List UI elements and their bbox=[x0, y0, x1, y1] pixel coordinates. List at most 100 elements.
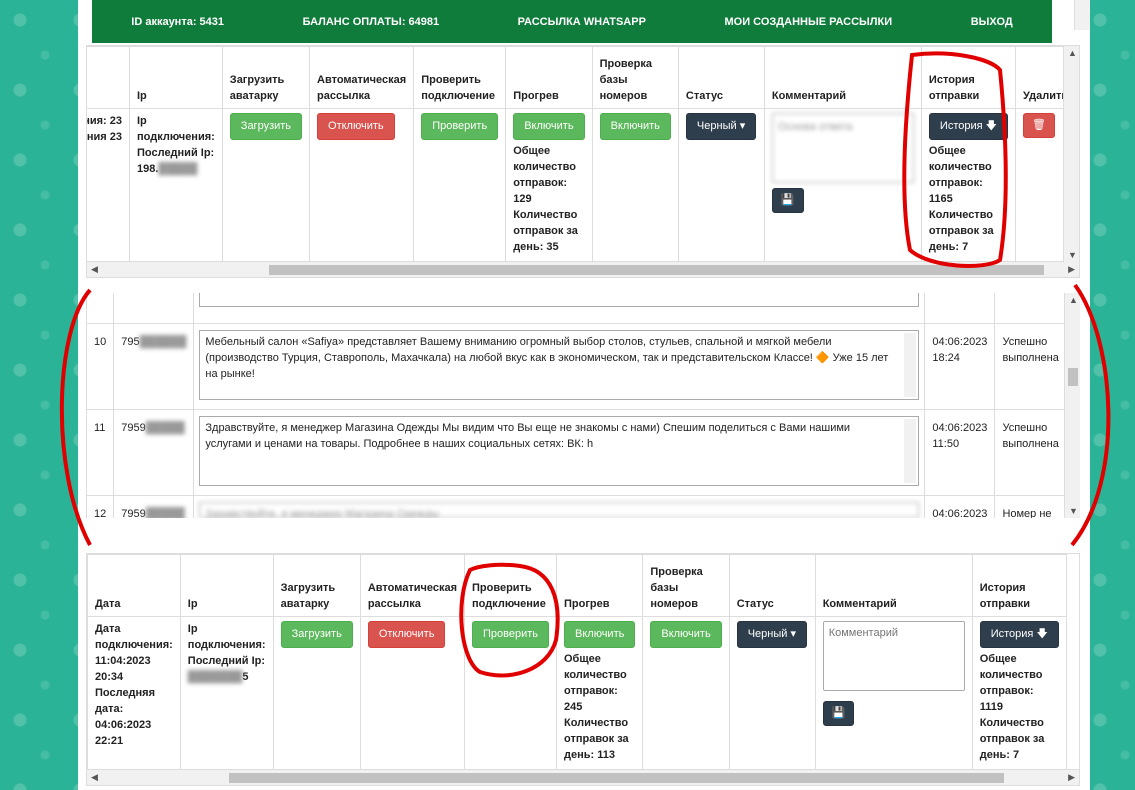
col-ip: Ip bbox=[179, 554, 274, 617]
db-check-enable-button[interactable]: Включить bbox=[599, 113, 671, 140]
top-table-vscroll[interactable]: ▲ ▼ bbox=[1063, 46, 1079, 262]
message-scrollbar[interactable] bbox=[904, 332, 917, 397]
warmup-stats: Общее количество отправок: 129 Количеств… bbox=[513, 145, 578, 253]
top-nav: ID аккаунта: 5431 БАЛАНС ОПЛАТЫ: 64981 Р… bbox=[92, 0, 1052, 43]
row-number: 12 bbox=[86, 494, 115, 518]
trash-icon: 🗑 bbox=[1031, 119, 1046, 131]
history-button[interactable]: История 🡇 bbox=[928, 113, 1008, 140]
ip-label: Ip подключения: Последний Ip: bbox=[137, 115, 215, 159]
col-warmup: Прогрев bbox=[505, 46, 593, 109]
scroll-thumb[interactable] bbox=[229, 773, 1004, 783]
scroll-right-icon[interactable]: ▶ bbox=[1068, 772, 1075, 783]
col-ip: Ip bbox=[129, 46, 223, 109]
col-check: Проверить подключение bbox=[413, 46, 507, 109]
phone-masked: █████ bbox=[145, 421, 185, 434]
send-status: Успешно выполнена bbox=[994, 322, 1067, 410]
check-connection-button[interactable]: Проверить bbox=[421, 113, 499, 140]
caret-down-icon: ▾ bbox=[739, 120, 746, 132]
check-connection-button[interactable]: Проверить bbox=[471, 621, 549, 648]
col-auto: Автоматическая рассылка bbox=[359, 554, 465, 617]
warmup-enable-button[interactable]: Включить bbox=[564, 621, 636, 648]
scroll-up-icon[interactable]: ▲ bbox=[1069, 295, 1078, 305]
db-check-enable-button[interactable]: Включить bbox=[650, 621, 722, 648]
messages-table: 10 795██████ Мебельный салон «Safiya» пр… bbox=[86, 293, 1080, 518]
send-status: Номер не bbox=[994, 494, 1067, 518]
ip-masked: ███████ bbox=[187, 671, 243, 683]
row-number: 11 bbox=[86, 408, 115, 496]
status-label: Черный bbox=[747, 628, 788, 640]
col-db-check: Проверка базы номеров bbox=[591, 46, 679, 109]
phone-cell: 7959█████ bbox=[113, 408, 195, 496]
save-comment-button[interactable]: 💾 bbox=[822, 701, 855, 726]
scroll-thumb[interactable] bbox=[269, 265, 1044, 275]
messages-vscroll[interactable]: ▲ ▼ bbox=[1064, 293, 1080, 518]
phone-cell: 7959█████ bbox=[113, 494, 195, 519]
col-upload: Загрузить аватарку bbox=[272, 554, 361, 617]
phone-masked: ██████ bbox=[139, 335, 187, 348]
history-label: История bbox=[939, 120, 983, 132]
col-auto: Автоматическая рассылка bbox=[309, 46, 415, 109]
history-label: История bbox=[990, 628, 1034, 640]
history-stats: Общее количество отправок: 1165 Количест… bbox=[928, 145, 994, 253]
account-id: ID аккаунта: 5431 bbox=[131, 15, 225, 28]
table-row: 12 7959█████ Здравствуйте, я менеджер Ма… bbox=[86, 494, 1067, 519]
message-box[interactable]: Здравствуйте, я менеджер Магазина Одежды… bbox=[199, 415, 920, 486]
caret-down-icon: ▾ bbox=[790, 628, 797, 640]
warmup-stats: Общее количество отправок: 245 Количеств… bbox=[564, 653, 629, 761]
row-number: 10 bbox=[86, 322, 115, 410]
comment-textarea[interactable]: Основа ответа bbox=[771, 113, 914, 183]
col-comment: Комментарий bbox=[814, 554, 973, 617]
ip-label: Ip подключения: Последний Ip: bbox=[187, 623, 266, 667]
comment-textarea[interactable] bbox=[822, 621, 965, 691]
ip-value: 5 bbox=[242, 671, 249, 683]
date-cell: Дата подключения: 11:04:2023 20:34 После… bbox=[87, 616, 181, 771]
upload-avatar-button[interactable]: Загрузить bbox=[280, 621, 353, 648]
phone-value: 795 bbox=[121, 335, 140, 348]
message-scrollbar[interactable] bbox=[904, 418, 917, 483]
disable-auto-button[interactable]: Отключить bbox=[317, 113, 395, 140]
phone-value: 7959 bbox=[121, 507, 146, 519]
message-box[interactable]: Мебельный салон «Safiya» представляет Ва… bbox=[199, 329, 920, 400]
bottom-table-hscroll[interactable]: ◀ ▶ bbox=[87, 769, 1079, 785]
scroll-down-icon[interactable]: ▼ bbox=[1068, 250, 1077, 260]
send-date: 04:06:2023 bbox=[924, 494, 996, 518]
disable-auto-button[interactable]: Отключить bbox=[367, 621, 446, 648]
phone-cell: 795██████ bbox=[113, 322, 195, 410]
accounts-table-top: Ip Загрузить аватарку Автоматическая рас… bbox=[86, 45, 1080, 278]
table-row: 10 795██████ Мебельный салон «Safiya» пр… bbox=[86, 322, 1067, 410]
col-warmup: Прогрев bbox=[555, 554, 644, 617]
history-button[interactable]: История 🡇 bbox=[979, 621, 1059, 648]
warmup-enable-button[interactable]: Включить bbox=[513, 113, 585, 140]
message-box-prev[interactable] bbox=[199, 293, 920, 307]
phone-value: 7959 bbox=[121, 421, 146, 434]
page-scrollbar-top[interactable] bbox=[1074, 0, 1090, 30]
col-comment: Комментарий bbox=[763, 46, 922, 109]
scroll-thumb[interactable] bbox=[1068, 368, 1078, 386]
ip-cell: Ip подключения: Последний Ip: 198.█████ bbox=[129, 108, 223, 263]
upload-avatar-button[interactable]: Загрузить bbox=[229, 113, 303, 140]
status-dropdown[interactable]: Черный ▾ bbox=[685, 113, 757, 140]
delete-button[interactable]: 🗑 bbox=[1022, 113, 1055, 138]
nav-my-mailings[interactable]: МОИ СОЗДАННЫЕ РАССЫЛКИ bbox=[724, 16, 892, 28]
scroll-left-icon[interactable]: ◀ bbox=[91, 772, 98, 783]
scroll-down-icon[interactable]: ▼ bbox=[1069, 506, 1078, 516]
nav-whatsapp-mailing[interactable]: РАССЫЛКА WHATSAPP bbox=[518, 16, 646, 28]
send-date: 04:06:2023 18:24 bbox=[924, 322, 996, 410]
nav-logout[interactable]: ВЫХОД bbox=[971, 16, 1013, 28]
send-date: 04:06:2023 11:50 bbox=[924, 408, 996, 496]
arrow-down-icon: 🡇 bbox=[985, 120, 997, 132]
col-status: Статус bbox=[677, 46, 765, 109]
scroll-left-icon[interactable]: ◀ bbox=[91, 264, 98, 275]
top-table-hscroll[interactable]: ◀ ▶ bbox=[87, 261, 1079, 277]
accounts-table-bottom: Дата Ip Загрузить аватарку Автоматическа… bbox=[86, 553, 1080, 786]
message-text: Здравствуйте, я менеджер Магазина Одежды… bbox=[205, 421, 851, 450]
scroll-right-icon[interactable]: ▶ bbox=[1068, 264, 1075, 275]
save-comment-button[interactable]: 💾 bbox=[771, 188, 804, 213]
col-upload: Загрузить аватарку bbox=[221, 46, 311, 109]
message-box[interactable]: Здравствуйте, я менеджер Магазина Одежды bbox=[199, 501, 920, 518]
col-history: История отправки bbox=[971, 554, 1067, 617]
status-dropdown[interactable]: Черный ▾ bbox=[736, 621, 808, 648]
table-row: 11 7959█████ Здравствуйте, я менеджер Ма… bbox=[86, 408, 1067, 496]
scroll-up-icon[interactable]: ▲ bbox=[1068, 48, 1077, 58]
ip-masked: █████ bbox=[158, 163, 198, 175]
